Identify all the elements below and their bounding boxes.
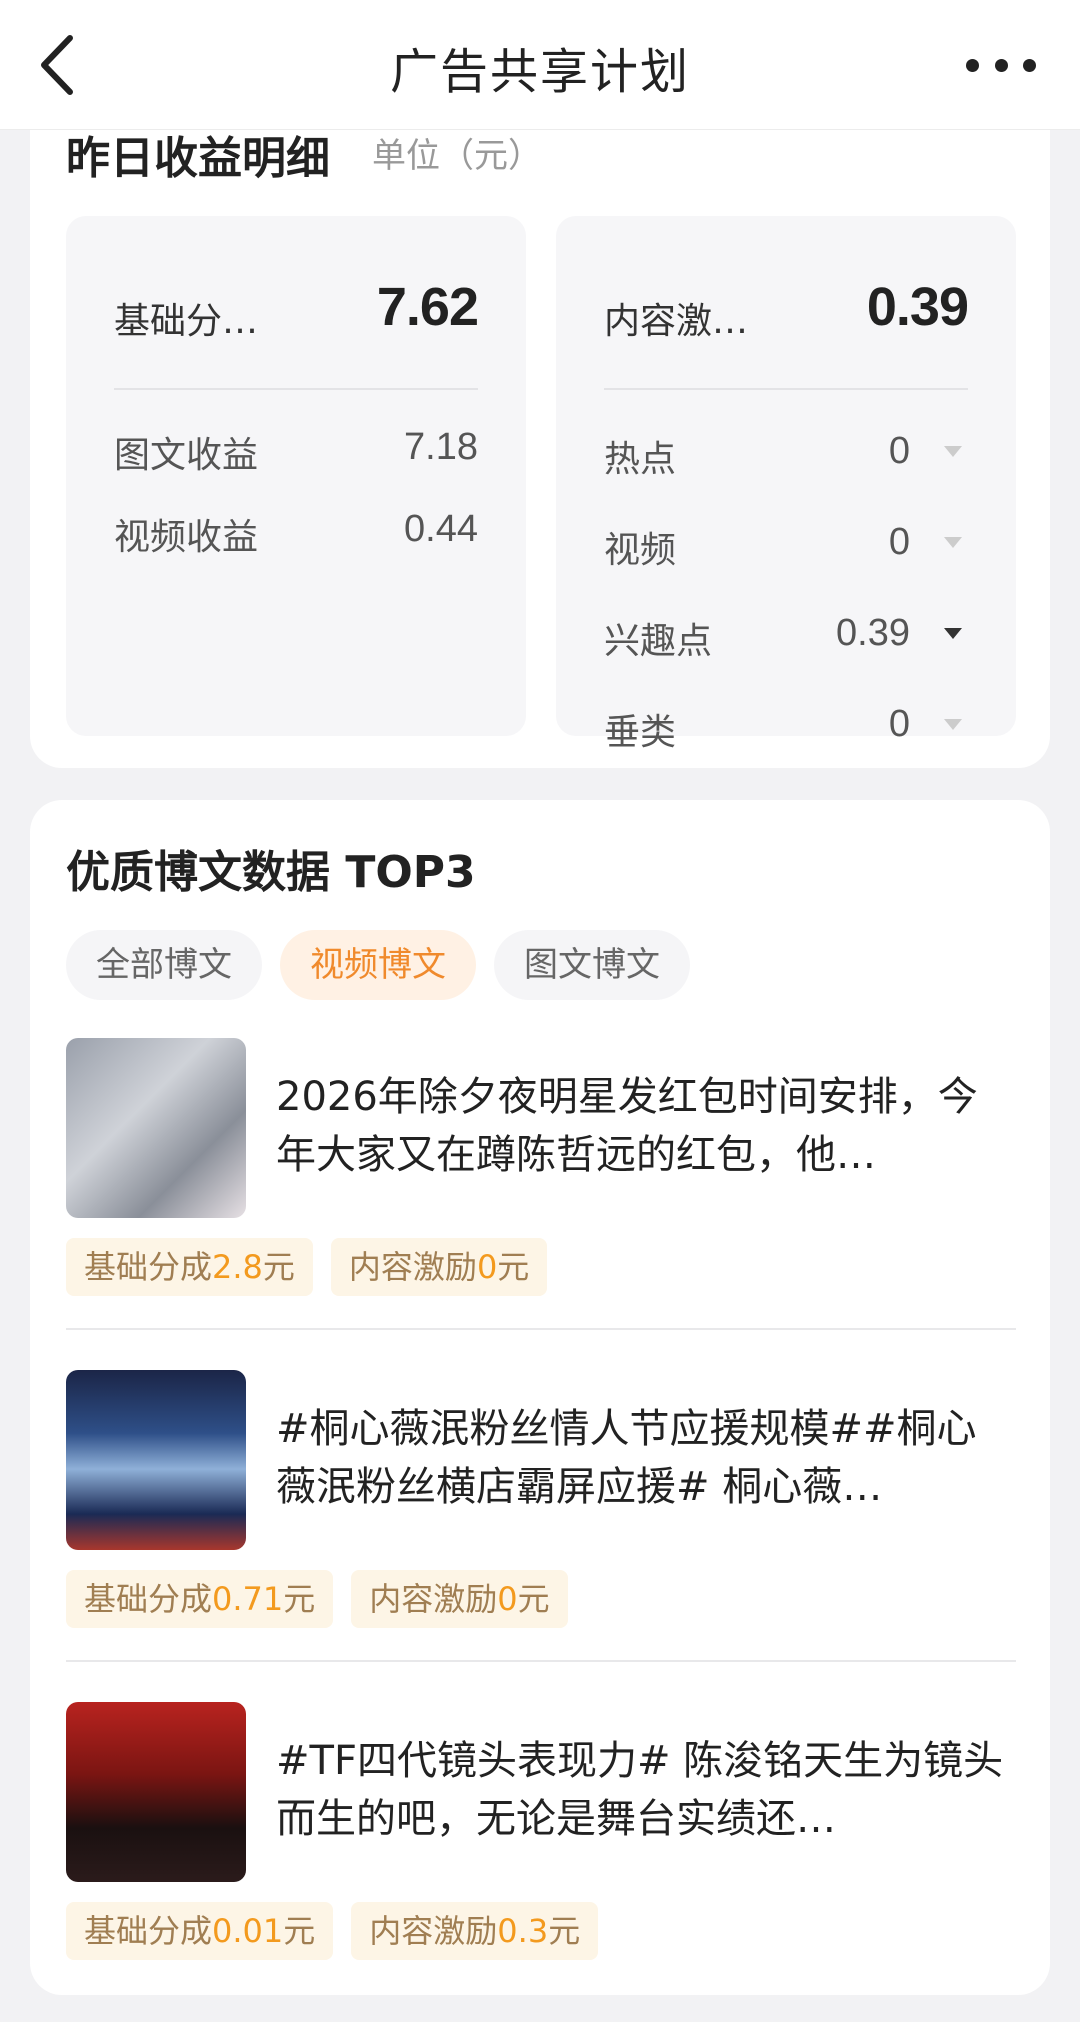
post-title[interactable]: 2026年除夕夜明星发红包时间安排，今年大家又在蹲陈哲远的红包，他… xyxy=(276,1068,1016,1184)
incentive-value: 0.39 xyxy=(866,277,969,337)
video-incentive-row[interactable]: 视频 0 xyxy=(604,521,968,571)
row-label: 兴趣点 xyxy=(604,621,713,662)
base-share-tag: 基础分成0.01元 xyxy=(66,1902,334,1960)
post-thumbnail[interactable] xyxy=(66,1702,246,1882)
post-title[interactable]: #TF四代镜头表现力# 陈浚铭天生为镜头而生的吧，无论是舞台实绩还… xyxy=(276,1732,1016,1848)
dropdown-arrow-icon[interactable] xyxy=(944,628,962,639)
video-earnings-row: 视频收益 0.44 xyxy=(114,508,478,558)
incentive-tag: 内容激励0.3元 xyxy=(351,1902,599,1960)
dropdown-arrow-icon[interactable] xyxy=(944,446,962,457)
divider xyxy=(114,388,478,390)
page-title: 广告共享计划 xyxy=(389,44,690,100)
divider xyxy=(66,1660,1016,1662)
dropdown-arrow-icon[interactable] xyxy=(944,719,962,730)
row-value: 0 xyxy=(888,521,910,563)
row-label: 视频收益 xyxy=(114,517,259,558)
top-posts-card: 优质博文数据 TOP3 全部博文 视频博文 图文博文 2026年除夕夜明星发红包… xyxy=(30,800,1050,1995)
base-share-value: 7.62 xyxy=(376,277,479,337)
earnings-unit: 单位（元） xyxy=(372,136,542,176)
post-stats: 基础分成0.71元 内容激励0元 xyxy=(66,1570,586,1628)
base-share-panel: 基础分… 7.62 图文收益 7.18 视频收益 0.44 xyxy=(66,216,526,736)
divider xyxy=(66,1328,1016,1330)
more-options-icon[interactable] xyxy=(966,58,1036,72)
post-item[interactable]: #桐心薇泯粉丝情人节应援规模##桐心薇泯粉丝横店霸屏应援# 桐心薇… 基础分成0… xyxy=(66,1370,1016,1670)
post-title[interactable]: #桐心薇泯粉丝情人节应援规模##桐心薇泯粉丝横店霸屏应援# 桐心薇… xyxy=(276,1400,1016,1516)
base-share-tag: 基础分成2.8元 xyxy=(66,1238,313,1296)
row-value: 0.44 xyxy=(404,508,478,550)
content-incentive-panel: 内容激… 0.39 热点 0 视频 0 兴趣点 0.39 垂类 0 xyxy=(556,216,1016,753)
post-thumbnail[interactable] xyxy=(66,1370,246,1550)
row-label: 垂类 xyxy=(604,712,677,753)
row-value: 0 xyxy=(888,703,910,745)
earnings-card: 昨日收益明细 单位（元） 基础分… 7.62 图文收益 7.18 视频收益 0.… xyxy=(30,40,1050,768)
navbar: 广告共享计划 xyxy=(0,0,1080,130)
post-thumbnail[interactable] xyxy=(66,1038,246,1218)
incentive-tag: 内容激励0元 xyxy=(351,1570,568,1628)
top-posts-title: 优质博文数据 TOP3 xyxy=(66,847,476,898)
tab-all-posts[interactable]: 全部博文 xyxy=(66,930,262,1000)
incentive-label: 内容激… xyxy=(604,301,749,342)
row-label: 图文收益 xyxy=(114,435,259,476)
base-share-label: 基础分… xyxy=(114,301,259,342)
post-stats: 基础分成2.8元 内容激励0元 xyxy=(66,1238,565,1296)
image-text-earnings-row: 图文收益 7.18 xyxy=(114,426,478,476)
post-filter-tabs: 全部博文 视频博文 图文博文 xyxy=(66,930,708,1000)
dropdown-arrow-icon[interactable] xyxy=(944,537,962,548)
vertical-category-row[interactable]: 垂类 0 xyxy=(604,703,968,753)
tab-image-text-posts[interactable]: 图文博文 xyxy=(494,930,690,1000)
row-label: 热点 xyxy=(604,439,677,480)
row-value: 0 xyxy=(888,430,910,472)
post-item[interactable]: #TF四代镜头表现力# 陈浚铭天生为镜头而生的吧，无论是舞台实绩还… 基础分成0… xyxy=(66,1702,1016,2002)
divider xyxy=(604,388,968,390)
row-label: 视频 xyxy=(604,530,677,571)
earnings-title: 昨日收益明细 xyxy=(66,133,330,184)
row-value: 7.18 xyxy=(404,426,478,468)
row-value: 0.39 xyxy=(836,612,910,654)
post-stats: 基础分成0.01元 内容激励0.3元 xyxy=(66,1902,616,1960)
interest-point-row[interactable]: 兴趣点 0.39 xyxy=(604,612,968,662)
base-share-tag: 基础分成0.71元 xyxy=(66,1570,334,1628)
tab-video-posts[interactable]: 视频博文 xyxy=(280,930,476,1000)
post-item[interactable]: 2026年除夕夜明星发红包时间安排，今年大家又在蹲陈哲远的红包，他… 基础分成2… xyxy=(66,1038,1016,1338)
incentive-tag: 内容激励0元 xyxy=(330,1238,548,1296)
hotspot-row[interactable]: 热点 0 xyxy=(604,430,968,480)
